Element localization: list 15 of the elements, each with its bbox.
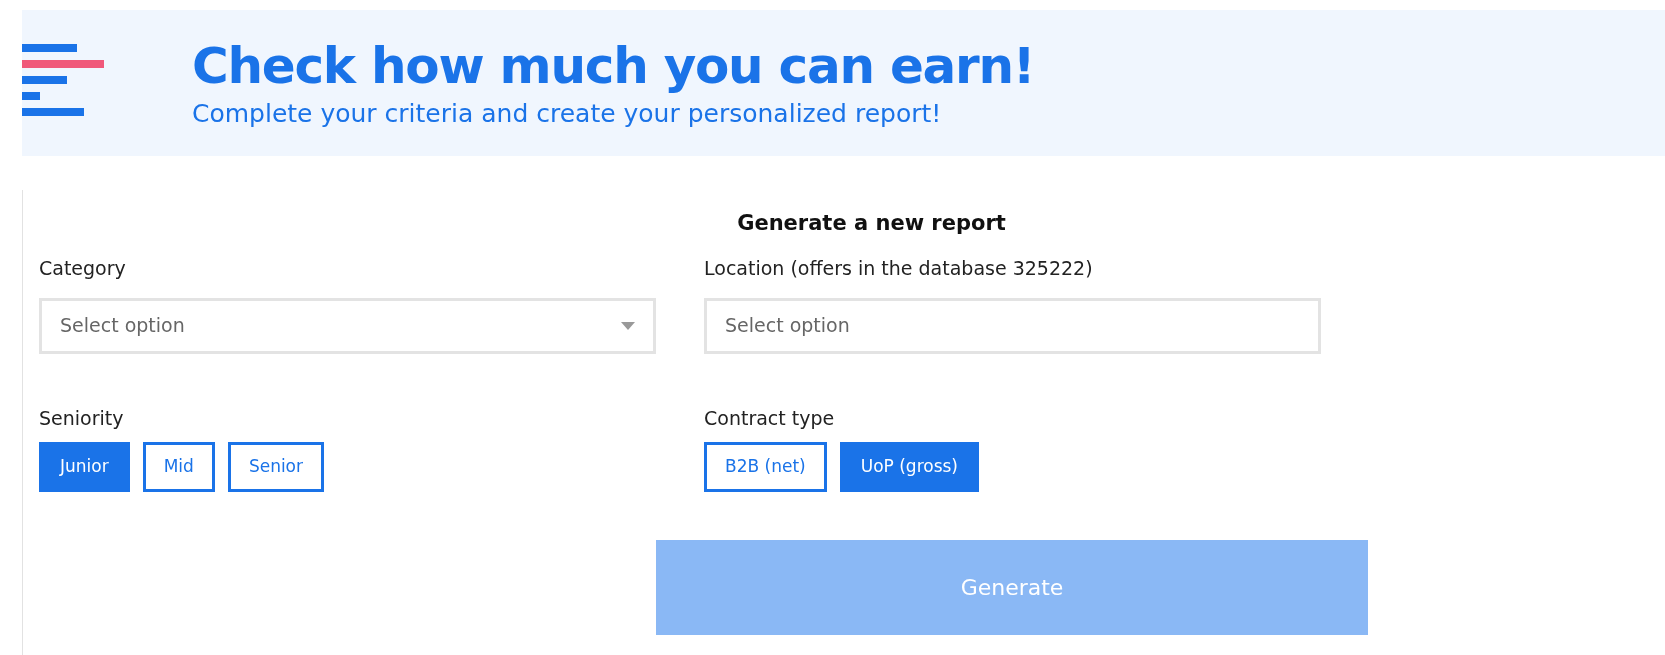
option-button[interactable]: Junior xyxy=(39,441,130,492)
field-label: Seniority xyxy=(39,405,125,431)
page-title: Check how much you can earn! xyxy=(192,36,1035,97)
field-label: Location (offers in the database 325222) xyxy=(704,255,1094,281)
field-label: Category xyxy=(39,255,127,281)
form-title: Generate a new report xyxy=(737,210,1006,237)
field-label: Contract type xyxy=(704,405,836,431)
option-button[interactable]: B2B (net) xyxy=(704,441,827,492)
dropdown-caret-icon xyxy=(621,321,635,330)
category-select[interactable]: Select option xyxy=(39,297,656,354)
option-button[interactable]: Senior xyxy=(227,441,324,492)
location-field[interactable]: Select option xyxy=(704,297,1321,354)
option-button[interactable]: UoP (gross) xyxy=(839,441,979,492)
option-button[interactable]: Mid xyxy=(142,441,215,492)
page-subtitle: Complete your criteria and create your personalized report! xyxy=(192,98,943,130)
